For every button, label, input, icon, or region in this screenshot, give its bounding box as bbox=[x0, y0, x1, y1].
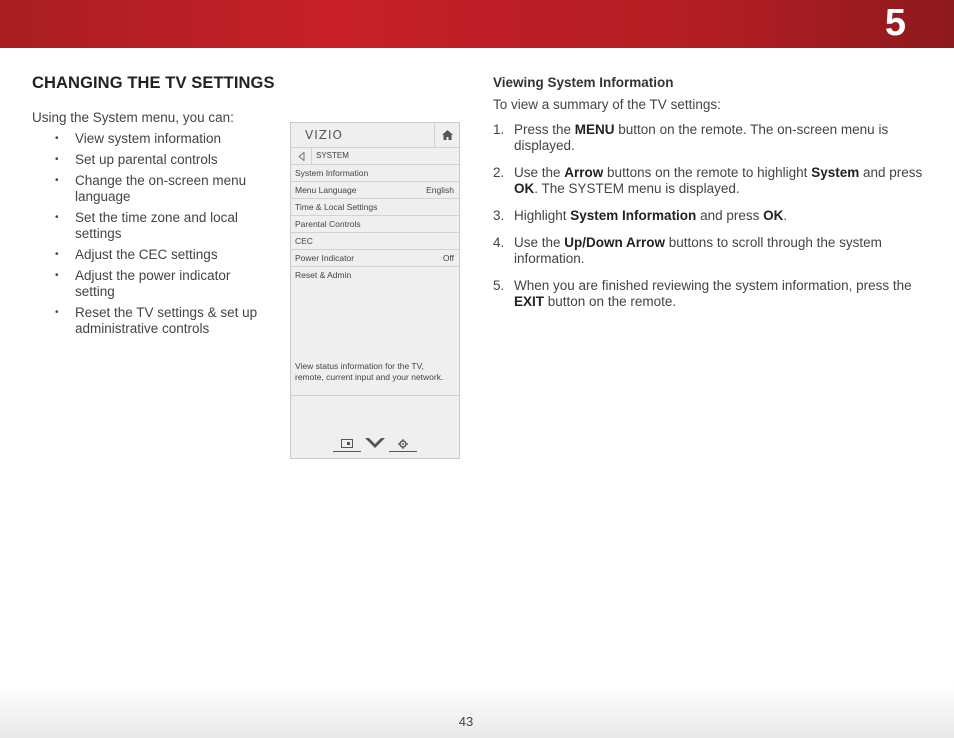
chapter-number: 5 bbox=[884, 2, 906, 44]
list-item: • Adjust the power indicator setting bbox=[55, 268, 231, 299]
subsection-title: Viewing System Information bbox=[493, 75, 674, 90]
bullet-icon: • bbox=[55, 154, 59, 165]
tv-menu-item-parental-controls[interactable]: Parental Controls bbox=[291, 216, 459, 233]
list-item: • Adjust the CEC settings bbox=[55, 247, 218, 262]
bullet-icon: • bbox=[55, 133, 59, 144]
tv-bottom-bar bbox=[333, 436, 419, 452]
tv-menu-item-system-information[interactable]: System Information bbox=[291, 165, 459, 182]
input-icon[interactable] bbox=[333, 439, 361, 452]
list-item: • Reset the TV settings & set up administ… bbox=[55, 305, 258, 336]
capabilities-list: • View system information • Set up parenta… bbox=[52, 131, 272, 342]
divider bbox=[291, 395, 459, 396]
tv-menu-item-cec[interactable]: CEC bbox=[291, 233, 459, 250]
footer-bar bbox=[0, 684, 954, 738]
tv-system-menu: VIZIO SYSTEM System Information Menu Lan… bbox=[290, 122, 460, 459]
back-arrow-icon[interactable] bbox=[291, 148, 312, 164]
bullet-icon: • bbox=[55, 175, 59, 186]
tv-menu-item-value: Off bbox=[442, 253, 454, 263]
step-item: 5. When you are finished reviewing the sy… bbox=[493, 278, 912, 309]
tv-menu-item-power-indicator[interactable]: Power Indicator Off bbox=[291, 250, 459, 267]
bullet-icon: • bbox=[55, 249, 59, 260]
section-title: CHANGING THE TV SETTINGS bbox=[32, 74, 275, 92]
subsection-intro: To view a summary of the TV settings: bbox=[493, 97, 721, 112]
step-item: 2. Use the Arrow buttons on the remote to… bbox=[493, 165, 923, 196]
gear-icon[interactable] bbox=[389, 439, 417, 452]
tv-breadcrumb: SYSTEM bbox=[316, 151, 349, 160]
list-item: • Set up parental controls bbox=[55, 152, 218, 167]
bullet-icon: • bbox=[55, 212, 59, 223]
step-item: 1. Press the MENU button on the remote. T… bbox=[493, 122, 889, 153]
bullet-icon: • bbox=[55, 307, 59, 318]
tv-menu-item-menu-language[interactable]: Menu Language English bbox=[291, 182, 459, 199]
chapter-header-bar: 5 bbox=[0, 0, 954, 48]
step-item: 3. Highlight System Information and press… bbox=[493, 208, 788, 223]
tv-menu-item-value: English bbox=[426, 185, 454, 195]
vizio-v-icon[interactable] bbox=[365, 438, 385, 450]
page-number: 43 bbox=[458, 714, 474, 729]
instruction-steps: 1. Press the MENU button on the remote. T… bbox=[493, 122, 923, 321]
bullet-icon: • bbox=[55, 270, 59, 281]
tv-menu-description: View status information for the TV, remo… bbox=[295, 361, 444, 382]
list-item: • View system information bbox=[55, 131, 222, 146]
vizio-logo: VIZIO bbox=[305, 128, 343, 142]
tv-menu-header: VIZIO bbox=[291, 123, 459, 148]
tv-breadcrumb-row: SYSTEM bbox=[291, 148, 459, 165]
home-icon[interactable] bbox=[434, 123, 459, 147]
tv-menu-item-time-local-settings[interactable]: Time & Local Settings bbox=[291, 199, 459, 216]
list-item: • Set the time zone and local settings bbox=[55, 210, 238, 241]
step-item: 4. Use the Up/Down Arrow buttons to scrol… bbox=[493, 235, 882, 266]
tv-menu-item-reset-admin[interactable]: Reset & Admin bbox=[291, 267, 459, 283]
list-item: • Change the on-screen menu language bbox=[55, 173, 247, 204]
section-intro: Using the System menu, you can: bbox=[32, 110, 234, 125]
